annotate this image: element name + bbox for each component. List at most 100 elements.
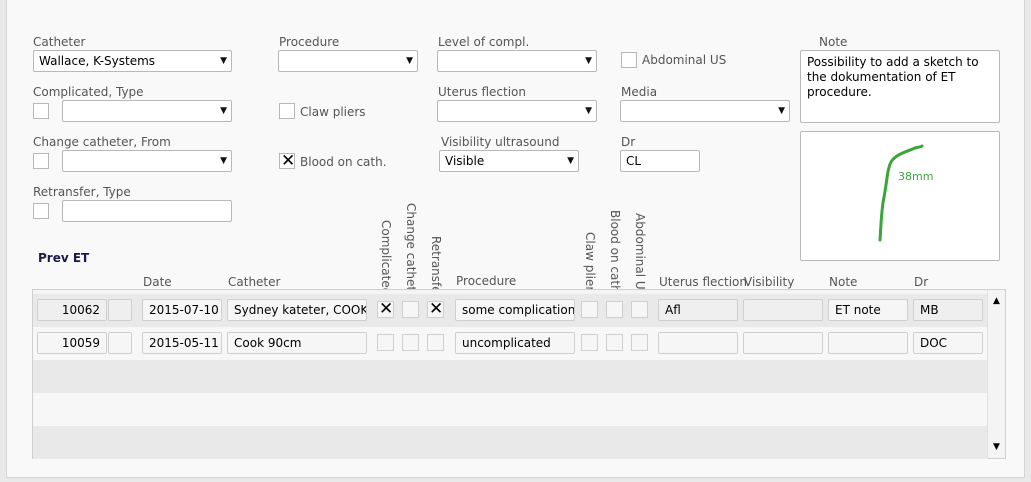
claw-pliers-checkbox[interactable]: [279, 103, 295, 119]
table-row[interactable]: 10059 2015-05-11 Cook 90cm uncomplicated…: [33, 327, 988, 360]
cell-note[interactable]: [828, 332, 908, 354]
chevron-down-icon: ▼: [220, 106, 227, 116]
cell-uterus-flection[interactable]: Afl: [658, 299, 738, 321]
table-row-empty: [33, 360, 988, 393]
blood-on-cath-label: Blood on cath.: [300, 155, 387, 169]
sketch-stroke: [878, 144, 924, 242]
media-select[interactable]: ▼: [620, 100, 790, 122]
cell-uterus-flection[interactable]: [658, 332, 738, 354]
cell-catheter[interactable]: Cook 90cm: [227, 332, 367, 354]
retransfer-checkbox[interactable]: [33, 203, 49, 219]
scroll-up-icon[interactable]: ▲: [988, 293, 1005, 309]
complicated-type-select[interactable]: ▼: [62, 100, 232, 122]
claw-pliers-label: Claw pliers: [300, 105, 366, 119]
cell-claw-pliers-checkbox[interactable]: [581, 301, 598, 318]
cell-change-catheter-checkbox[interactable]: [402, 301, 419, 318]
level-of-compl-label: Level of compl.: [438, 35, 530, 49]
cell-dr[interactable]: DOC: [913, 332, 983, 354]
chevron-down-icon: ▼: [778, 106, 785, 116]
checkmark-x-icon: ✕: [281, 151, 296, 171]
checkmark-x-icon: ✕: [379, 299, 394, 319]
complicated-checkbox[interactable]: [33, 103, 49, 119]
abdominal-us-label: Abdominal US: [642, 53, 727, 67]
checkmark-x-icon: ✕: [429, 299, 444, 319]
dr-input[interactable]: CL: [620, 150, 700, 172]
col-header-claw-pliers: Claw pliers: [583, 232, 597, 298]
dr-label: Dr: [621, 135, 636, 149]
cell-complicated-checkbox[interactable]: [377, 334, 394, 351]
change-catheter-checkbox[interactable]: [33, 153, 49, 169]
cell-change-catheter-checkbox[interactable]: [402, 334, 419, 351]
level-of-compl-select[interactable]: ▼: [437, 50, 597, 72]
procedure-label: Procedure: [279, 35, 340, 49]
catheter-select[interactable]: Wallace, K-Systems ▼: [33, 50, 232, 72]
visibility-ultrasound-value: Visible: [445, 154, 485, 168]
cell-date[interactable]: 2015-05-11: [142, 332, 222, 354]
abdominal-us-checkbox[interactable]: [621, 52, 637, 68]
col-header-visibility: Visibility: [744, 275, 795, 289]
note-textarea[interactable]: Possibility to add a sketch to the dokum…: [800, 50, 1000, 123]
catheter-value: Wallace, K-Systems: [39, 54, 156, 68]
uterus-flection-select[interactable]: ▼: [437, 100, 597, 122]
visibility-ultrasound-label: Visibility ultrasound: [441, 135, 560, 149]
cell-blood-on-cath-checkbox[interactable]: [606, 334, 623, 351]
cell-abdominal-us-checkbox[interactable]: [631, 334, 648, 351]
scroll-down-icon[interactable]: ▼: [988, 439, 1005, 455]
cell-claw-pliers-checkbox[interactable]: [581, 334, 598, 351]
cell-visibility[interactable]: [743, 299, 823, 321]
prev-et-title: Prev ET: [38, 251, 90, 265]
cell-retransfer-checkbox[interactable]: ✕: [427, 301, 444, 318]
chevron-down-icon: ▼: [585, 106, 592, 116]
col-header-blood-on-cath: Blood on cath.: [608, 210, 622, 297]
table-row-empty: [33, 393, 988, 426]
cell-spacer: [108, 332, 132, 354]
sketch-canvas[interactable]: 38mm: [800, 131, 1000, 261]
retransfer-label: Retransfer, Type: [33, 185, 131, 199]
col-header-date: Date: [143, 275, 172, 289]
col-header-catheter: Catheter: [228, 275, 281, 289]
col-header-uterus-flection: Uterus flection: [659, 275, 748, 289]
cell-id: 10062: [37, 299, 107, 321]
cell-procedure[interactable]: uncomplicated: [455, 332, 575, 354]
table-scrollbar[interactable]: ▲ ▼: [987, 290, 1005, 458]
cell-note[interactable]: ET note: [828, 299, 908, 321]
cell-date[interactable]: 2015-07-10: [142, 299, 222, 321]
sketch-annotation: 38mm: [898, 170, 933, 183]
chevron-down-icon: ▼: [406, 56, 413, 66]
col-header-complicated: Complicated: [379, 220, 393, 296]
col-header-procedure: Procedure: [456, 274, 517, 288]
cell-procedure[interactable]: some complication: [455, 299, 575, 321]
media-label: Media: [621, 85, 658, 99]
col-header-dr: Dr: [914, 275, 929, 289]
table-row-empty: [33, 426, 988, 459]
note-label: Note: [819, 35, 848, 49]
chevron-down-icon: ▼: [220, 156, 227, 166]
procedure-select[interactable]: ▼: [278, 50, 418, 72]
prev-et-table: 10062 2015-07-10 Sydney kateter, COOK ✕ …: [32, 289, 1006, 459]
chevron-down-icon: ▼: [567, 156, 574, 166]
cell-spacer: [108, 299, 132, 321]
cell-blood-on-cath-checkbox[interactable]: [606, 301, 623, 318]
visibility-ultrasound-select[interactable]: Visible ▼: [439, 150, 579, 172]
complicated-label: Complicated, Type: [33, 85, 144, 99]
table-row[interactable]: 10062 2015-07-10 Sydney kateter, COOK ✕ …: [33, 294, 988, 327]
cell-id: 10059: [37, 332, 107, 354]
change-catheter-label: Change catheter, From: [33, 135, 171, 149]
sketch-drawing: 38mm: [878, 144, 933, 242]
catheter-label: Catheter: [33, 35, 86, 49]
uterus-flection-label: Uterus flection: [438, 85, 527, 99]
cell-dr[interactable]: MB: [913, 299, 983, 321]
cell-complicated-checkbox[interactable]: ✕: [377, 301, 394, 318]
cell-catheter[interactable]: Sydney kateter, COOK: [227, 299, 367, 321]
chevron-down-icon: ▼: [220, 56, 227, 66]
col-header-note: Note: [829, 275, 858, 289]
cell-visibility[interactable]: [743, 332, 823, 354]
blood-on-cath-checkbox[interactable]: ✕: [279, 151, 296, 171]
cell-retransfer-checkbox[interactable]: [427, 334, 444, 351]
retransfer-type-input[interactable]: [62, 200, 232, 222]
chevron-down-icon: ▼: [585, 56, 592, 66]
change-catheter-from-select[interactable]: ▼: [62, 150, 232, 172]
cell-abdominal-us-checkbox[interactable]: [631, 301, 648, 318]
col-header-abdominal-us: Abdominal US: [633, 213, 647, 298]
et-procedure-panel: Catheter Wallace, K-Systems ▼ Complicate…: [6, 0, 1025, 478]
